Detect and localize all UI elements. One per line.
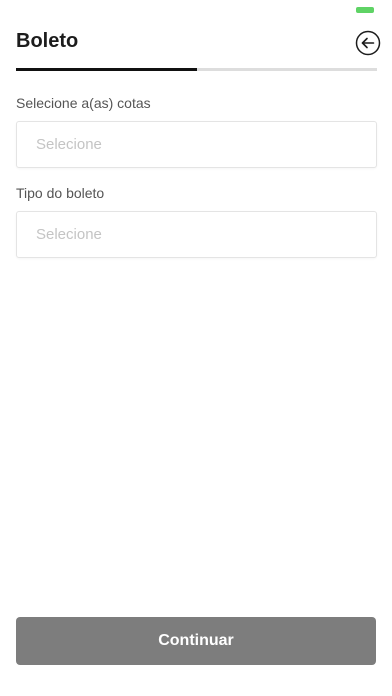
boleto-screen: Boleto Selecione a(as) cotas Selecione T… [0, 0, 392, 696]
arrow-left-circle-icon [355, 30, 381, 56]
step-progress-bar [16, 68, 377, 71]
continue-button[interactable]: Continuar [16, 617, 376, 665]
tipo-boleto-select-placeholder: Selecione [36, 226, 102, 243]
cotas-label: Selecione a(as) cotas [16, 95, 151, 111]
tipo-boleto-select[interactable]: Selecione [16, 211, 377, 258]
battery-indicator [356, 7, 374, 13]
cotas-select[interactable]: Selecione [16, 121, 377, 168]
cotas-select-placeholder: Selecione [36, 136, 102, 153]
back-button[interactable] [355, 30, 381, 56]
step-progress-fill [16, 68, 197, 71]
page-title: Boleto [16, 30, 79, 52]
tipo-boleto-label: Tipo do boleto [16, 185, 105, 201]
